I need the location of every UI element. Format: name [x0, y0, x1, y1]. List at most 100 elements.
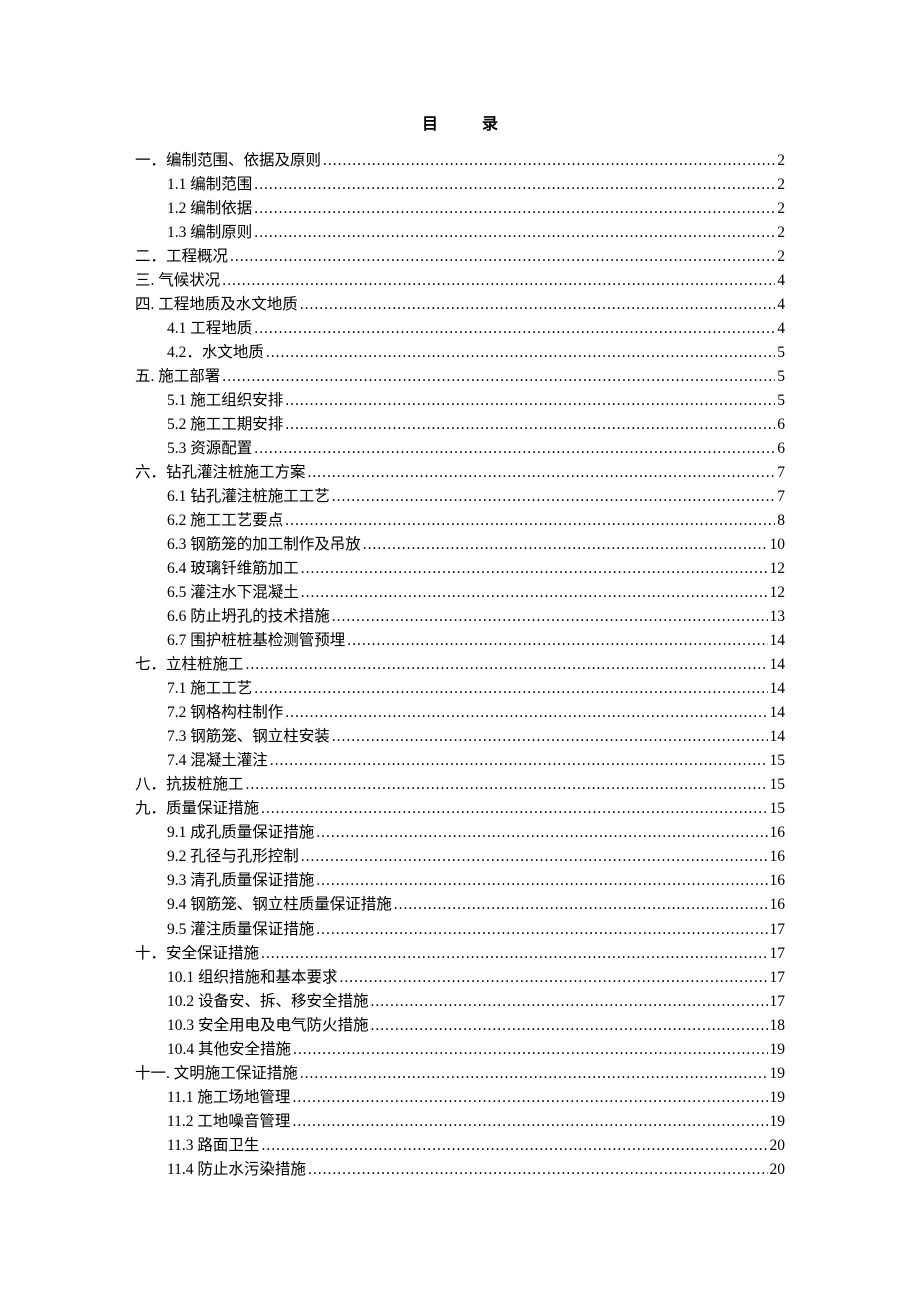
toc-entry-label: 9.1 成孔质量保证措施 [167, 821, 314, 845]
toc-entry-page: 4 [777, 317, 785, 341]
toc-entry-label: 7.2 钢格构柱制作 [167, 701, 283, 725]
toc-entry-label: 9.5 灌注质量保证措施 [167, 918, 314, 942]
toc-entry: 十一. 文明施工保证措施 19 [135, 1062, 785, 1086]
toc-entry-page: 12 [770, 557, 786, 581]
toc-dots [285, 389, 775, 413]
toc-dots [285, 701, 767, 725]
toc-entry-label: 八．抗拔桩施工 [135, 773, 244, 797]
toc-entry-label: 七．立柱桩施工 [135, 653, 244, 677]
toc-entry-page: 16 [770, 821, 786, 845]
toc-entry: 9.5 灌注质量保证措施17 [167, 918, 785, 942]
toc-entry-label: 11.4 防止水污染措施 [167, 1158, 306, 1182]
toc-dots [270, 749, 768, 773]
toc-entry: 九．质量保证措施15 [135, 797, 785, 821]
toc-entry-label: 7.3 钢筋笼、钢立柱安装 [167, 725, 330, 749]
toc-entry: 一．编制范围、依据及原则2 [135, 149, 785, 173]
toc-entry-page: 16 [770, 869, 786, 893]
toc-entry-page: 20 [770, 1134, 786, 1158]
toc-entry-label: 一．编制范围、依据及原则 [135, 149, 321, 173]
toc-entry: 6.7 围护桩桩基检测管预埋14 [167, 629, 785, 653]
toc-dots [292, 1110, 767, 1134]
toc-entry-page: 15 [770, 797, 786, 821]
toc-entry-label: 四. 工程地质及水文地质 [135, 293, 298, 317]
toc-dots [332, 725, 768, 749]
toc-entry: 10.1 组织措施和基本要求17 [167, 966, 785, 990]
toc-entry-page: 14 [770, 653, 786, 677]
toc-entry-page: 5 [777, 341, 785, 365]
toc-dots [316, 821, 767, 845]
toc-entry-label: 5.3 资源配置 [167, 437, 252, 461]
toc-dots [222, 365, 775, 389]
toc-entry: 11.3 路面卫生 20 [167, 1134, 785, 1158]
toc-dots [316, 918, 767, 942]
toc-entry: 4.2．水文地质 5 [167, 341, 785, 365]
toc-entry: 9.4 钢筋笼、钢立柱质量保证措施16 [167, 893, 785, 917]
toc-entry-page: 8 [777, 509, 785, 533]
toc-entry-page: 15 [770, 773, 786, 797]
toc-entry: 11.1 施工场地管理19 [167, 1086, 785, 1110]
toc-dots [246, 653, 768, 677]
toc-entry-label: 10.1 组织措施和基本要求 [167, 966, 338, 990]
toc-entry: 11.4 防止水污染措施 20 [167, 1158, 785, 1182]
toc-entry-label: 6.4 玻璃钎维筋加工 [167, 557, 299, 581]
toc-entry: 6.2 施工工艺要点8 [167, 509, 785, 533]
toc-dots [266, 341, 775, 365]
toc-entry-label: 4.2．水文地质 [167, 341, 264, 365]
toc-dots [308, 461, 776, 485]
toc-entry-page: 19 [770, 1062, 786, 1086]
toc-entry-label: 7.1 施工工艺 [167, 677, 252, 701]
toc-entry-page: 5 [777, 389, 785, 413]
toc-entry-label: 6.3 钢筋笼的加工制作及吊放 [167, 533, 361, 557]
toc-entry-page: 5 [777, 365, 785, 389]
toc-entry-label: 1.3 编制原则 [167, 221, 252, 245]
toc-entry-page: 2 [777, 173, 785, 197]
toc-entry-label: 9.4 钢筋笼、钢立柱质量保证措施 [167, 893, 392, 917]
toc-entry-page: 14 [770, 677, 786, 701]
toc-entry-label: 11.2 工地噪音管理 [167, 1110, 290, 1134]
toc-dots [323, 149, 775, 173]
toc-dots [301, 581, 768, 605]
toc-entry: 9.1 成孔质量保证措施 16 [167, 821, 785, 845]
toc-entry: 六．钻孔灌注桩施工方案7 [135, 461, 785, 485]
toc-entry: 7.2 钢格构柱制作 14 [167, 701, 785, 725]
toc-entry: 11.2 工地噪音管理 19 [167, 1110, 785, 1134]
toc-entry-page: 19 [770, 1110, 786, 1134]
toc-entry-page: 20 [770, 1158, 786, 1182]
toc-dots [254, 173, 775, 197]
toc-entry-label: 11.1 施工场地管理 [167, 1086, 290, 1110]
toc-entry: 三. 气候状况4 [135, 269, 785, 293]
toc-entry: 二．工程概况2 [135, 245, 785, 269]
toc-dots [222, 269, 775, 293]
toc-entry: 6.3 钢筋笼的加工制作及吊放10 [167, 533, 785, 557]
toc-entry: 十．安全保证措施17 [135, 942, 785, 966]
toc-entry-page: 14 [770, 701, 786, 725]
toc-dots [261, 1134, 767, 1158]
toc-entry-label: 6.6 防止坍孔的技术措施 [167, 605, 330, 629]
toc-entry: 七．立柱桩施工 14 [135, 653, 785, 677]
toc-entry-label: 11.3 路面卫生 [167, 1134, 259, 1158]
toc-entry-label: 十一. 文明施工保证措施 [135, 1062, 298, 1086]
toc-title: 目 录 [135, 110, 785, 134]
toc-dots [301, 557, 768, 581]
toc-entry: 1.1 编制范围 2 [167, 173, 785, 197]
toc-entry-page: 2 [777, 197, 785, 221]
toc-entry-page: 7 [777, 485, 785, 509]
toc-entry-page: 2 [777, 245, 785, 269]
toc-entry-page: 13 [770, 605, 786, 629]
toc-entry-label: 1.1 编制范围 [167, 173, 252, 197]
toc-dots [261, 797, 767, 821]
toc-dots [371, 990, 768, 1014]
toc-entry-label: 10.2 设备安、拆、移安全措施 [167, 990, 369, 1014]
toc-entry: 4.1 工程地质4 [167, 317, 785, 341]
toc-dots [371, 1014, 768, 1038]
toc-entry: 1.3 编制原则2 [167, 221, 785, 245]
toc-entry-page: 14 [770, 725, 786, 749]
toc-dots [285, 413, 775, 437]
toc-entry-page: 6 [777, 437, 785, 461]
toc-entry-label: 6.7 围护桩桩基检测管预埋 [167, 629, 345, 653]
toc-entry: 5.3 资源配置 6 [167, 437, 785, 461]
toc-entry-label: 6.1 钻孔灌注桩施工工艺 [167, 485, 330, 509]
toc-dots [394, 893, 768, 917]
toc-entry: 6.5 灌注水下混凝土12 [167, 581, 785, 605]
toc-entry-label: 5.1 施工组织安排 [167, 389, 283, 413]
